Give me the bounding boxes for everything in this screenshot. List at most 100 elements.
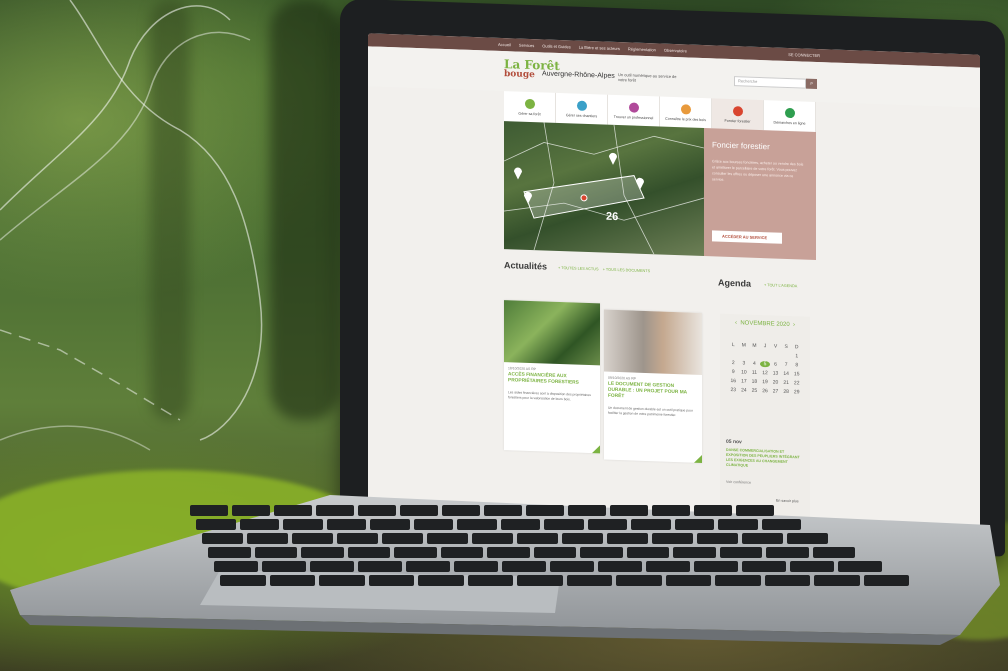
- calendar-day[interactable]: 8: [791, 362, 802, 368]
- nav-item-professionnel[interactable]: Trouver un professionnel: [608, 94, 660, 127]
- calendar-day[interactable]: 9: [728, 369, 739, 375]
- calendar-grid: L M M J V S D 1 2 3 4 5 6 7 8 9 10 11 12 13 14 15 16 17 18 19 20 21…: [728, 342, 802, 396]
- calendar-day[interactable]: 20: [770, 379, 781, 385]
- calendar-empty: [760, 352, 771, 358]
- nav-item-foncier[interactable]: Foncier forestier: [712, 98, 764, 131]
- topbar-link[interactable]: Observatoire: [664, 48, 687, 54]
- topbar-link[interactable]: Réglementation: [628, 46, 656, 52]
- calendar-month: ‹ NOVEMBRE 2020 ›: [720, 320, 810, 329]
- event-title[interactable]: DANSE COMMERCIALISATION ET EXPOSITION DE…: [726, 448, 806, 471]
- keyboard-key: [269, 575, 315, 586]
- nav-item-chantiers[interactable]: Gérer ses chantiers: [556, 92, 608, 125]
- keyboard-key: [764, 575, 810, 586]
- calendar-day[interactable]: 12: [760, 370, 771, 376]
- keyboard: [190, 505, 910, 595]
- calendar-day[interactable]: 27: [770, 388, 781, 394]
- calendar-day[interactable]: 2: [728, 360, 739, 366]
- keyboard-key: [467, 575, 513, 586]
- search-icon[interactable]: ⌕: [806, 78, 817, 89]
- map-pin-icons: [514, 152, 644, 204]
- calendar-day[interactable]: 5: [759, 360, 771, 368]
- truck-icon: [576, 100, 587, 111]
- calendar-day[interactable]: 21: [781, 380, 792, 386]
- all-docs-link[interactable]: + TOUS LES DOCUMENTS: [603, 268, 650, 274]
- nav-label: Trouver un professionnel: [613, 114, 654, 120]
- calendar-day[interactable]: 29: [791, 389, 802, 395]
- keyboard-key: [587, 519, 627, 530]
- keyboard-key: [674, 519, 714, 530]
- keyboard-key: [626, 547, 669, 558]
- agenda-link[interactable]: + TOUT L'AGENDA: [764, 283, 797, 288]
- keyboard-key: [616, 575, 662, 586]
- keyboard-key: [262, 561, 306, 572]
- news-links: + TOUTES LES ACTUS + TOUS LES DOCUMENTS: [558, 266, 650, 273]
- calendar-day[interactable]: 7: [781, 362, 792, 368]
- keyboard-key: [239, 519, 279, 530]
- topbar-link[interactable]: La filière et ses acteurs: [579, 45, 620, 51]
- news-card[interactable]: 09/10/2020 AS RP LE DOCUMENT DE GESTION …: [604, 309, 702, 463]
- search-input[interactable]: Recherche: [734, 76, 806, 89]
- keyboard-key: [347, 547, 390, 558]
- calendar-day[interactable]: 13: [770, 370, 781, 376]
- keyboard-key: [214, 561, 258, 572]
- calendar-day[interactable]: 6: [770, 361, 781, 367]
- keyboard-key: [190, 505, 228, 516]
- weekday-label: L: [731, 342, 735, 349]
- login-link[interactable]: SE CONNECTER: [788, 52, 820, 58]
- calendar-day[interactable]: 22: [791, 380, 802, 386]
- keyboard-key: [500, 519, 540, 530]
- keyboard-key: [665, 575, 711, 586]
- calendar-day[interactable]: 3: [739, 360, 750, 366]
- nav-item-demarches[interactable]: Démarches en ligne: [764, 100, 816, 132]
- keyboard-key: [533, 547, 576, 558]
- keyboard-key: [292, 533, 333, 544]
- topbar-link[interactable]: Services: [519, 43, 534, 49]
- calendar-day[interactable]: 24: [739, 387, 750, 393]
- next-month-icon[interactable]: ›: [793, 322, 795, 328]
- prev-month-icon[interactable]: ‹: [735, 320, 737, 326]
- keyboard-key: [457, 519, 497, 530]
- calendar-day[interactable]: 19: [760, 379, 771, 385]
- keyboard-key: [454, 561, 498, 572]
- card-corner-icon: [694, 454, 702, 463]
- calendar-day[interactable]: 23: [728, 387, 739, 393]
- keyboard-key: [368, 575, 414, 586]
- calendar-day[interactable]: 15: [791, 371, 802, 377]
- calendar-day[interactable]: 26: [760, 388, 771, 394]
- calendar-day[interactable]: 18: [749, 379, 760, 385]
- event-more-link[interactable]: Voir conférence: [726, 480, 751, 485]
- weekday-label: M: [741, 342, 746, 349]
- keyboard-key: [274, 505, 312, 516]
- calendar-day[interactable]: 25: [749, 388, 760, 394]
- laptop-screen: Accueil Services Outils et Guides La fil…: [368, 33, 980, 533]
- keyboard-key: [544, 519, 584, 530]
- calendar-day[interactable]: 11: [749, 370, 760, 376]
- nav-item-prix-bois[interactable]: Connaître le prix des bois: [660, 96, 712, 129]
- keyboard-key: [580, 547, 623, 558]
- topbar-link[interactable]: Accueil: [498, 42, 511, 47]
- calendar-day[interactable]: 17: [739, 378, 750, 384]
- calendar-day[interactable]: 1: [791, 353, 802, 359]
- calendar-day[interactable]: 28: [781, 389, 792, 395]
- card-corner-icon: [592, 445, 600, 454]
- calendar-day[interactable]: 16: [728, 378, 739, 384]
- calendar-day[interactable]: 4: [749, 361, 760, 367]
- weekday-label: J: [763, 343, 767, 350]
- keyboard-key: [254, 547, 297, 558]
- keyboard-key: [694, 561, 738, 572]
- keyboard-key: [232, 505, 270, 516]
- keyboard-key: [310, 561, 354, 572]
- calendar-day[interactable]: 10: [739, 369, 750, 375]
- news-card[interactable]: 18/10/2020 AS RP ACCÈS FINANCIÈRE AUX PR…: [504, 300, 600, 454]
- access-service-button[interactable]: ACCÉDER AU SERVICE: [712, 230, 782, 244]
- keyboard-key: [301, 547, 344, 558]
- calendar-day[interactable]: 14: [781, 371, 792, 377]
- keyboard-key: [812, 547, 855, 558]
- keyboard-key: [742, 533, 783, 544]
- topbar-link[interactable]: Outils et Guides: [542, 43, 570, 49]
- panel-text: Grâce aux bourses foncières, acheter ou …: [712, 159, 804, 182]
- panel-title: Foncier forestier: [712, 140, 770, 152]
- all-news-link[interactable]: + TOUTES LES ACTUS: [558, 266, 598, 271]
- map-pin-icon: [732, 105, 743, 116]
- nav-item-gerer-foret[interactable]: Gérer sa forêt: [504, 91, 556, 123]
